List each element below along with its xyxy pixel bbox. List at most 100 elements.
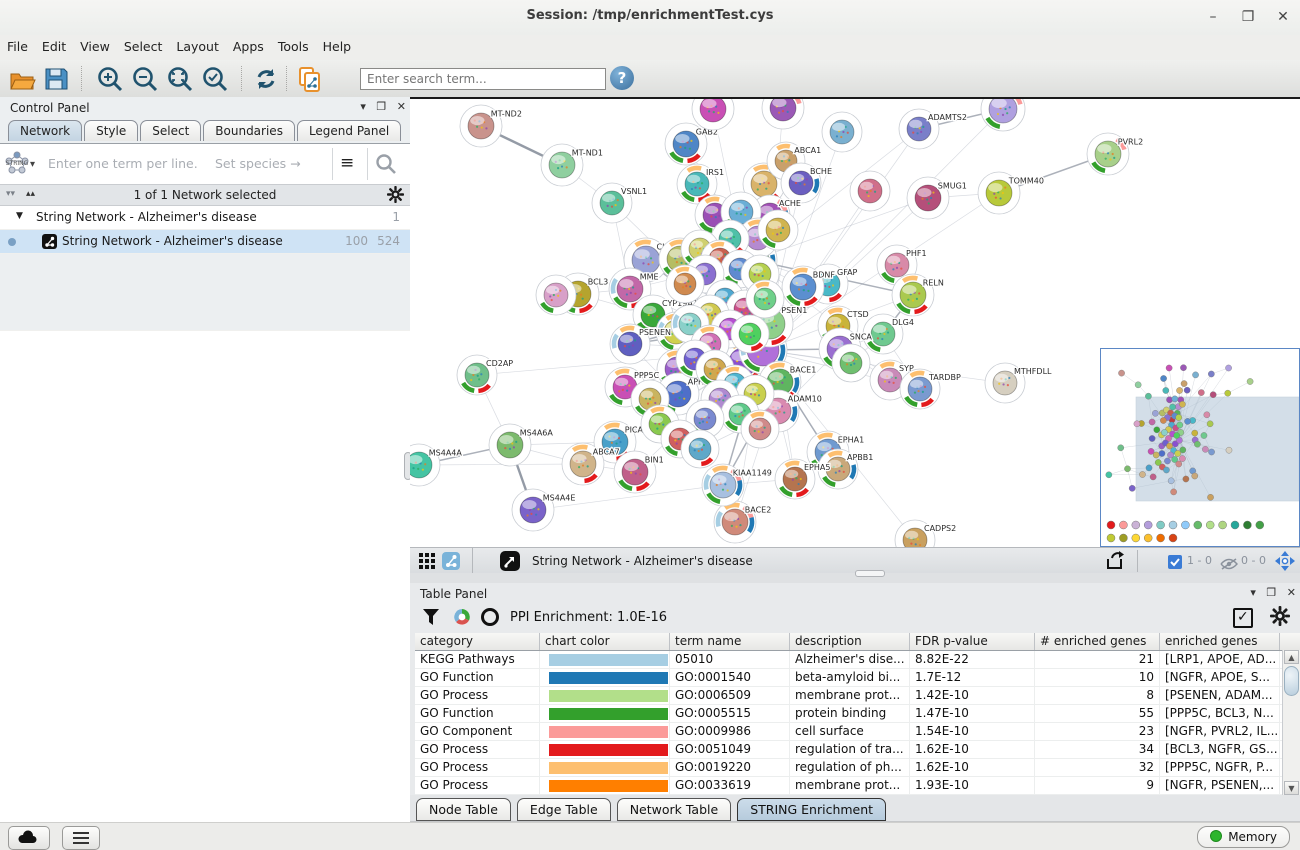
tab-network[interactable]: Network — [8, 120, 82, 141]
network-canvas[interactable]: MT-ND2MT-ND1VSNL1GAB2IRS1CHATABCA1BCHEAC… — [410, 97, 1300, 547]
divider — [332, 148, 333, 180]
zoom-fit-icon[interactable] — [166, 65, 194, 93]
menu-apps[interactable]: Apps — [226, 35, 271, 54]
table-settings-gear-icon[interactable] — [1270, 611, 1290, 630]
table-row[interactable]: GO ProcessGO:0019220regulation of ph...1… — [415, 759, 1300, 777]
cell: 1.54E-10 — [910, 723, 1035, 740]
menu-select[interactable]: Select — [117, 35, 170, 54]
memory-button[interactable]: Memory — [1197, 826, 1290, 848]
tab-string-enrichment[interactable]: STRING Enrichment — [737, 798, 886, 821]
tab-legend-panel[interactable]: Legend Panel — [297, 120, 401, 141]
menu-tools[interactable]: Tools — [271, 35, 316, 54]
column-header-description[interactable]: description — [790, 633, 910, 650]
svg-text:ABCA1: ABCA1 — [794, 146, 821, 155]
maximize-button[interactable]: ❐ — [1235, 6, 1261, 28]
table-row[interactable]: GO FunctionGO:0005515protein binding1.47… — [415, 705, 1300, 723]
panel-menu-icon[interactable]: ▾ — [1250, 586, 1256, 599]
column-header-category[interactable]: category — [415, 633, 540, 650]
tab-style[interactable]: Style — [84, 120, 138, 141]
splitter-grip[interactable] — [855, 570, 885, 577]
menu-help[interactable]: Help — [316, 35, 359, 54]
network-collection-row[interactable]: ▼ String Network - Alzheimer's disease 1 — [0, 206, 410, 230]
panel-float-icon[interactable]: ❐ — [376, 100, 386, 113]
svg-text:SNCA: SNCA — [850, 332, 873, 341]
pie-chart-icon[interactable] — [452, 607, 472, 631]
cell: [PSENEN, ADAM... — [1160, 687, 1280, 704]
string-options-icon[interactable]: ≡ — [340, 153, 354, 173]
gear-icon[interactable] — [387, 186, 404, 207]
string-search-icon[interactable] — [375, 153, 397, 179]
zoom-selected-icon[interactable] — [201, 65, 229, 93]
task-list-icon[interactable] — [62, 826, 100, 850]
color-swatch — [549, 708, 668, 720]
table-row[interactable]: GO ProcessGO:0006509membrane prot...1.42… — [415, 687, 1300, 705]
zoom-out-icon[interactable] — [131, 65, 159, 93]
scrollbar-thumb[interactable] — [1284, 666, 1299, 696]
detach-view-icon[interactable] — [500, 551, 520, 575]
menu-edit[interactable]: Edit — [35, 35, 73, 54]
column-header-enriched-genes[interactable]: enriched genes — [1160, 633, 1280, 650]
refresh-icon[interactable] — [252, 65, 280, 93]
cell: 8.82E-22 — [910, 651, 1035, 668]
expander-icon[interactable]: ▼ — [16, 211, 23, 221]
save-session-icon[interactable] — [42, 65, 70, 93]
network-list-empty-area — [0, 330, 410, 822]
zoom-in-icon[interactable] — [96, 65, 124, 93]
network-selected-status: 1 of 1 Network selected — [0, 188, 410, 202]
table-row[interactable]: GO ProcessGO:0051049regulation of tra...… — [415, 741, 1300, 759]
tab-boundaries[interactable]: Boundaries — [203, 120, 295, 141]
cell: membrane prot... — [790, 687, 910, 704]
cell: 1.62E-10 — [910, 741, 1035, 758]
panel-close-icon[interactable]: ✕ — [1287, 586, 1296, 599]
tab-select[interactable]: Select — [140, 120, 201, 141]
color-swatch — [549, 654, 668, 666]
column-header-FDR-p-value[interactable]: FDR p-value — [910, 633, 1035, 650]
scroll-up-arrow[interactable]: ▲ — [1284, 650, 1299, 664]
tab-node-table[interactable]: Node Table — [416, 798, 511, 821]
svg-text:BACE1: BACE1 — [790, 365, 817, 374]
cell: 1.62E-10 — [910, 759, 1035, 776]
horizontal-splitter[interactable] — [410, 573, 1300, 583]
select-columns-icon[interactable]: ✓ — [1233, 608, 1253, 628]
tab-network-table[interactable]: Network Table — [617, 798, 732, 821]
panel-float-icon[interactable]: ❐ — [1266, 586, 1276, 599]
tab-edge-table[interactable]: Edge Table — [517, 798, 611, 821]
cell: 10 — [1035, 669, 1160, 686]
menu-view[interactable]: View — [73, 35, 117, 54]
cloud-icon[interactable] — [8, 826, 50, 850]
svg-text:PVRL2: PVRL2 — [1118, 137, 1143, 146]
share-view-icon[interactable] — [442, 552, 460, 574]
network-row[interactable]: String Network - Alzheimer's disease 100… — [0, 230, 410, 254]
column-header-chart-color[interactable]: chart color — [540, 633, 670, 650]
table-row[interactable]: GO ProcessGO:0033619membrane prot...1.93… — [415, 777, 1300, 795]
close-button[interactable]: ✕ — [1270, 6, 1296, 28]
help-icon[interactable]: ? — [610, 66, 634, 90]
string-protein-query-icon[interactable]: STRING — [4, 150, 30, 180]
minimize-button[interactable]: – — [1200, 6, 1226, 28]
panel-menu-icon[interactable]: ▾ — [360, 100, 366, 113]
table-row[interactable]: KEGG Pathways05010Alzheimer's dise...8.8… — [415, 651, 1300, 669]
collection-name: String Network - Alzheimer's disease — [36, 210, 257, 224]
menu-file[interactable]: File — [0, 35, 35, 54]
table-row[interactable]: GO FunctionGO:0001540beta-amyloid bi...1… — [415, 669, 1300, 687]
table-vertical-scrollbar[interactable]: ▲ ▼ — [1282, 650, 1300, 795]
string-query-placeholder[interactable]: Enter one term per line. — [48, 156, 198, 171]
column-header-term-name[interactable]: term name — [670, 633, 790, 650]
birds-eye-view[interactable] — [1100, 348, 1300, 547]
menu-layout[interactable]: Layout — [169, 35, 226, 54]
grid-view-icon[interactable] — [418, 552, 436, 574]
copy-network-icon[interactable] — [296, 65, 324, 93]
table-row[interactable]: GO ComponentGO:0009986cell surface1.54E-… — [415, 723, 1300, 741]
cell: GO Process — [415, 687, 540, 704]
open-session-icon[interactable] — [8, 65, 36, 93]
set-species-label[interactable]: Set species → — [215, 156, 301, 171]
svg-text:PHF1: PHF1 — [906, 249, 927, 258]
filter-icon[interactable] — [422, 608, 440, 630]
panel-close-icon[interactable]: ✕ — [397, 100, 406, 113]
application-window: Session: /tmp/enrichmentTest.cys – ❐ ✕ F… — [0, 0, 1300, 850]
ring-chart-icon[interactable] — [480, 607, 500, 631]
column-header--enriched-genes[interactable]: # enriched genes — [1035, 633, 1160, 650]
search-input[interactable] — [360, 68, 606, 90]
chevron-down-icon[interactable]: ▾ — [30, 159, 35, 170]
scroll-down-arrow[interactable]: ▼ — [1284, 781, 1299, 795]
